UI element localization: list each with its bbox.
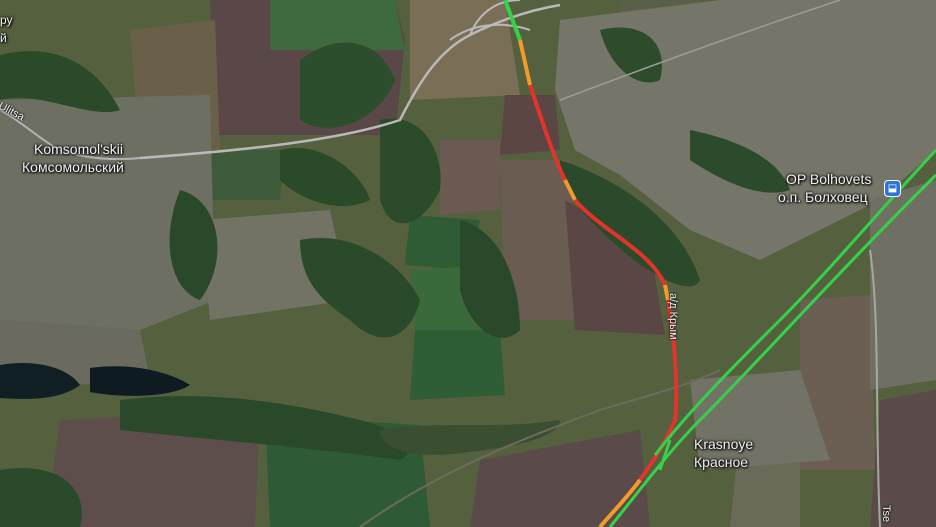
station-label-bolhovets-latin[interactable]: OP Bolhovets: [786, 172, 871, 187]
train-station-icon[interactable]: ⬓: [884, 180, 901, 197]
place-label-komsomolskii-cyrillic[interactable]: Комсомольский: [22, 160, 124, 175]
partial-place-label: ру: [0, 13, 13, 27]
satellite-imagery: [0, 0, 936, 527]
place-label-krasnoye-latin[interactable]: Krasnoye: [694, 437, 753, 452]
road-label-crimea: а/д Крым: [667, 293, 679, 340]
place-label-komsomolskii-latin[interactable]: Komsomol'skii: [34, 142, 123, 157]
satellite-map[interactable]: ру й Ulitsa Komsomol'skii Комсомольский …: [0, 0, 936, 527]
station-label-bolhovets-cyrillic[interactable]: о.п. Болховец: [778, 190, 868, 205]
place-label-krasnoye-cyrillic[interactable]: Красное: [694, 455, 748, 470]
street-label-partial: Tse: [880, 505, 892, 523]
partial-place-label-2: й: [0, 31, 7, 45]
